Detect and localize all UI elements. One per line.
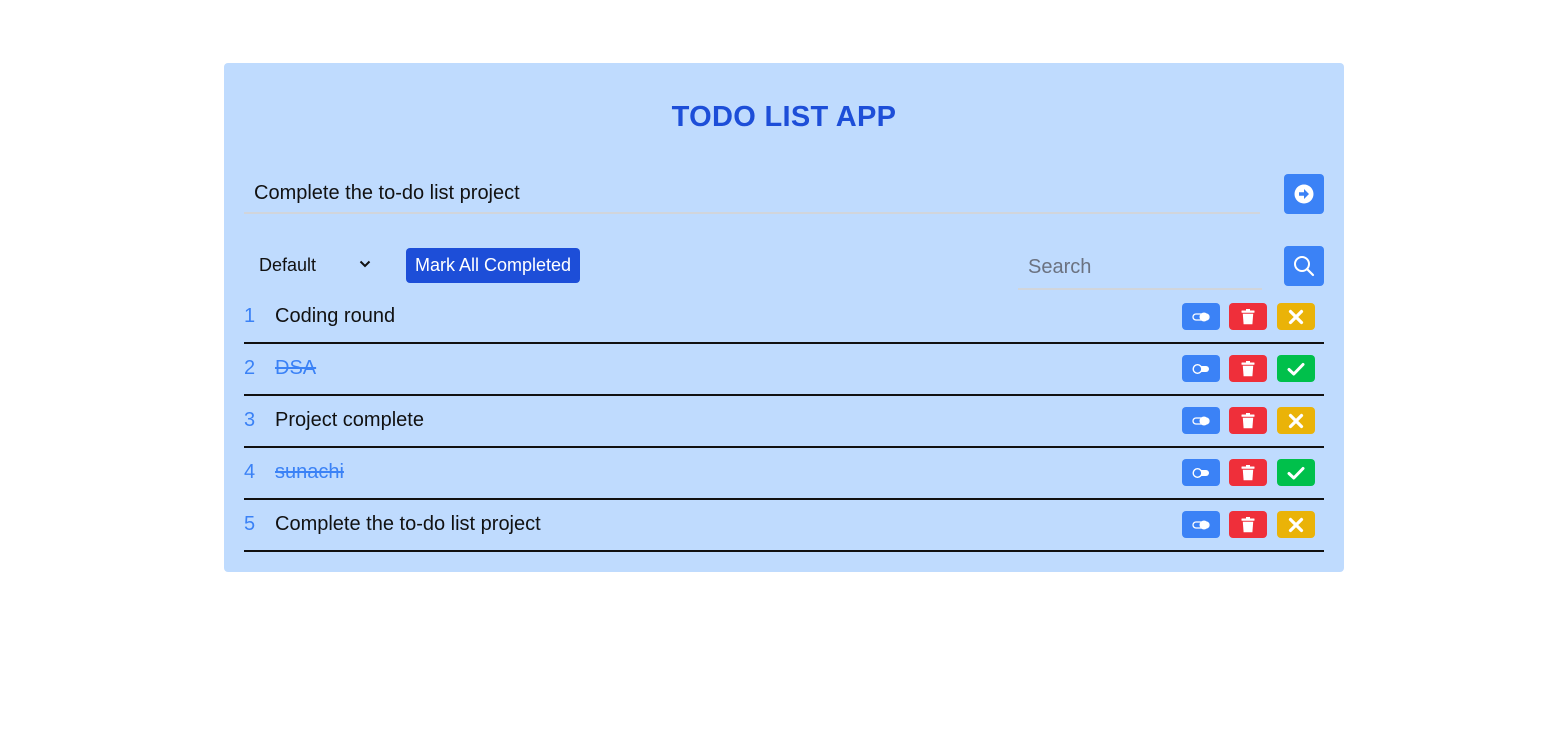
- mark-complete-button[interactable]: [1277, 407, 1315, 434]
- search-input[interactable]: [1018, 246, 1262, 290]
- trash-icon: [1241, 516, 1255, 532]
- filter-selected-value: Default: [259, 254, 317, 275]
- todo-number: 5: [244, 513, 256, 535]
- todo-card: TODO LIST APP Default Mark All Completed…: [224, 63, 1344, 572]
- edit-button[interactable]: [1182, 303, 1220, 330]
- toggle-off-icon: [1192, 363, 1209, 374]
- todo-text: Complete the to-do list project: [275, 513, 541, 535]
- edit-button[interactable]: [1182, 407, 1220, 434]
- add-task-button[interactable]: [1284, 174, 1324, 214]
- mark-complete-button[interactable]: [1277, 303, 1315, 330]
- toggle-on-icon: [1192, 520, 1210, 529]
- close-icon: [1288, 413, 1304, 428]
- todo-text: Coding round: [275, 305, 396, 327]
- mark-all-completed-button[interactable]: Mark All Completed: [406, 248, 580, 283]
- todo-text: sunachi: [275, 461, 344, 483]
- delete-button[interactable]: [1229, 459, 1267, 486]
- delete-button[interactable]: [1229, 355, 1267, 382]
- edit-button[interactable]: [1182, 355, 1220, 382]
- todo-list: 1 Coding round 2 DSA 3 Project complete …: [244, 292, 1324, 552]
- delete-button[interactable]: [1229, 511, 1267, 538]
- todo-number: 1: [244, 305, 256, 327]
- check-icon: [1287, 362, 1305, 375]
- todo-text: Project complete: [275, 409, 424, 431]
- todo-number: 2: [244, 357, 256, 379]
- todo-number: 4: [244, 461, 256, 483]
- trash-icon: [1241, 412, 1255, 428]
- search-button[interactable]: [1284, 246, 1324, 286]
- toggle-on-icon: [1192, 416, 1210, 425]
- toggle-on-icon: [1192, 312, 1210, 321]
- delete-button[interactable]: [1229, 407, 1267, 434]
- trash-icon: [1241, 308, 1255, 324]
- mark-incomplete-button[interactable]: [1277, 355, 1315, 382]
- filter-select[interactable]: Default: [251, 249, 377, 281]
- edit-button[interactable]: [1182, 511, 1220, 538]
- todo-item: 1 Coding round: [244, 292, 1324, 344]
- todo-item: 4 sunachi: [244, 448, 1324, 500]
- todo-text: DSA: [275, 357, 317, 379]
- trash-icon: [1241, 464, 1255, 480]
- delete-button[interactable]: [1229, 303, 1267, 330]
- new-task-input[interactable]: [244, 174, 1260, 214]
- search-icon: [1294, 256, 1315, 277]
- toggle-off-icon: [1192, 467, 1209, 478]
- mark-incomplete-button[interactable]: [1277, 459, 1315, 486]
- edit-button[interactable]: [1182, 459, 1220, 486]
- app-title: TODO LIST APP: [671, 101, 897, 133]
- trash-icon: [1241, 360, 1255, 376]
- mark-complete-button[interactable]: [1277, 511, 1315, 538]
- todo-item: 5 Complete the to-do list project: [244, 500, 1324, 552]
- close-icon: [1288, 517, 1304, 532]
- arrow-circle-right-icon: [1294, 184, 1314, 204]
- todo-item: 2 DSA: [244, 344, 1324, 396]
- check-icon: [1287, 466, 1305, 479]
- close-icon: [1288, 309, 1304, 324]
- chevron-down-icon: [359, 260, 371, 268]
- todo-item: 3 Project complete: [244, 396, 1324, 448]
- todo-number: 3: [244, 409, 256, 431]
